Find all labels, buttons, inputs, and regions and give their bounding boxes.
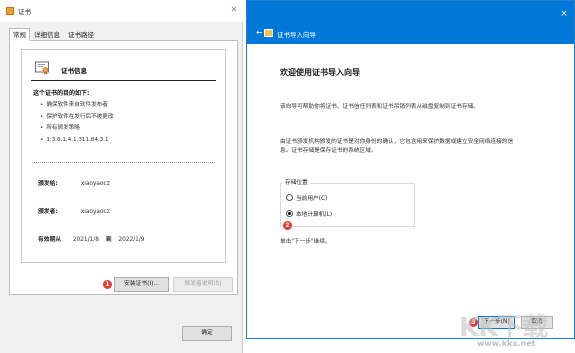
next-button[interactable]: 下一步(N) [478, 316, 515, 329]
validity-to-word: 到 [105, 237, 112, 243]
step-badge-3: 3 [469, 318, 478, 327]
issued-to-label: 颁发给: [38, 181, 58, 187]
close-icon[interactable]: ✕ [229, 5, 239, 15]
purpose-item: 所有颁发策略 [40, 123, 113, 135]
purpose-item: 1.3.6.1.4.1.311.84.3.1 [40, 135, 113, 147]
tab-general[interactable]: 常规 [9, 28, 30, 41]
wizard-heading: 欢迎使用证书导入向导 [280, 68, 360, 77]
current-user-radio[interactable]: 当前用户(C) [286, 193, 327, 202]
certificate-icon [6, 7, 14, 15]
wizard-header: ← 证书导入向导 × [247, 1, 574, 44]
certificate-info-header: 证书信息 [31, 57, 216, 81]
local-machine-radio[interactable]: 本地计算机(L) [286, 209, 332, 218]
radio-button-selected[interactable] [286, 210, 293, 217]
validity-label: 有效期从 [38, 237, 62, 243]
purpose-heading: 这个证书的目的如下: [33, 90, 90, 97]
storage-location-label: 存储位置 [283, 177, 310, 186]
continue-hint: 单击"下一步"继续。 [280, 239, 331, 245]
watermark-url: www.kkx.net [477, 339, 536, 348]
wizard-certificate-icon [264, 29, 273, 37]
radio-button[interactable] [286, 194, 293, 201]
validity-to: 2022/1/9 [118, 237, 145, 243]
back-arrow-icon[interactable]: ← [256, 29, 263, 37]
certificate-import-wizard: ← 证书导入向导 × [246, 0, 575, 339]
step-badge-1: 1 [103, 280, 112, 289]
storage-location-group [280, 183, 415, 227]
step-badge-2: 2 [283, 221, 292, 230]
certificate-dialog-titlebar: 证书 ✕ [0, 0, 243, 22]
purpose-item: 保护软件在发行后不被更改 [40, 112, 113, 124]
local-machine-label: 本地计算机(L) [296, 212, 333, 218]
divider [33, 162, 213, 163]
purpose-item: 确保软件来自软件发布者 [40, 100, 113, 112]
validity-row: 有效期从 2021/1/8 到 2022/1/9 [38, 234, 144, 243]
current-user-label: 当前用户(C) [296, 196, 328, 202]
wizard-explanation-line: 息。证书存储是保存证书的系统区域。 [280, 148, 377, 154]
certificate-badge-icon [35, 61, 49, 75]
issuer-statement-button[interactable]: 颁发者说明(S) [173, 277, 233, 292]
install-certificate-button[interactable]: 安装证书(I)... [114, 277, 169, 292]
validity-from: 2021/1/8 [72, 237, 99, 243]
certificate-info-box [21, 49, 226, 263]
certificate-info-title: 证书信息 [61, 67, 87, 75]
close-icon[interactable]: × [559, 9, 569, 19]
wizard-intro: 该向导可帮助你将证书、证书信任列表和证书吊销列表从磁盘复制到证书存储。 [280, 104, 480, 110]
issued-to-value: xiaoyaocz [80, 181, 110, 187]
purpose-list: 确保软件来自软件发布者 保护软件在发行后不被更改 所有颁发策略 1.3.6.1.… [40, 100, 113, 146]
issued-by-label: 颁发者: [38, 209, 58, 215]
cancel-button[interactable]: 取消 [521, 316, 553, 329]
issued-by-value: xiaoyaocz [80, 209, 110, 215]
wizard-title: 证书导入向导 [277, 31, 316, 39]
issued-to-row: 颁发给: xiaoyaocz [38, 178, 110, 187]
issued-by-row: 颁发者: xiaoyaocz [38, 206, 110, 215]
certificate-dialog-title: 证书 [18, 8, 31, 16]
ok-button[interactable]: 确定 [182, 326, 232, 341]
wizard-explanation-line: 由证书颁发机构颁发的证书是对你身份的确认，它包含用来保护数据或建立安全网络连接的… [280, 139, 514, 145]
